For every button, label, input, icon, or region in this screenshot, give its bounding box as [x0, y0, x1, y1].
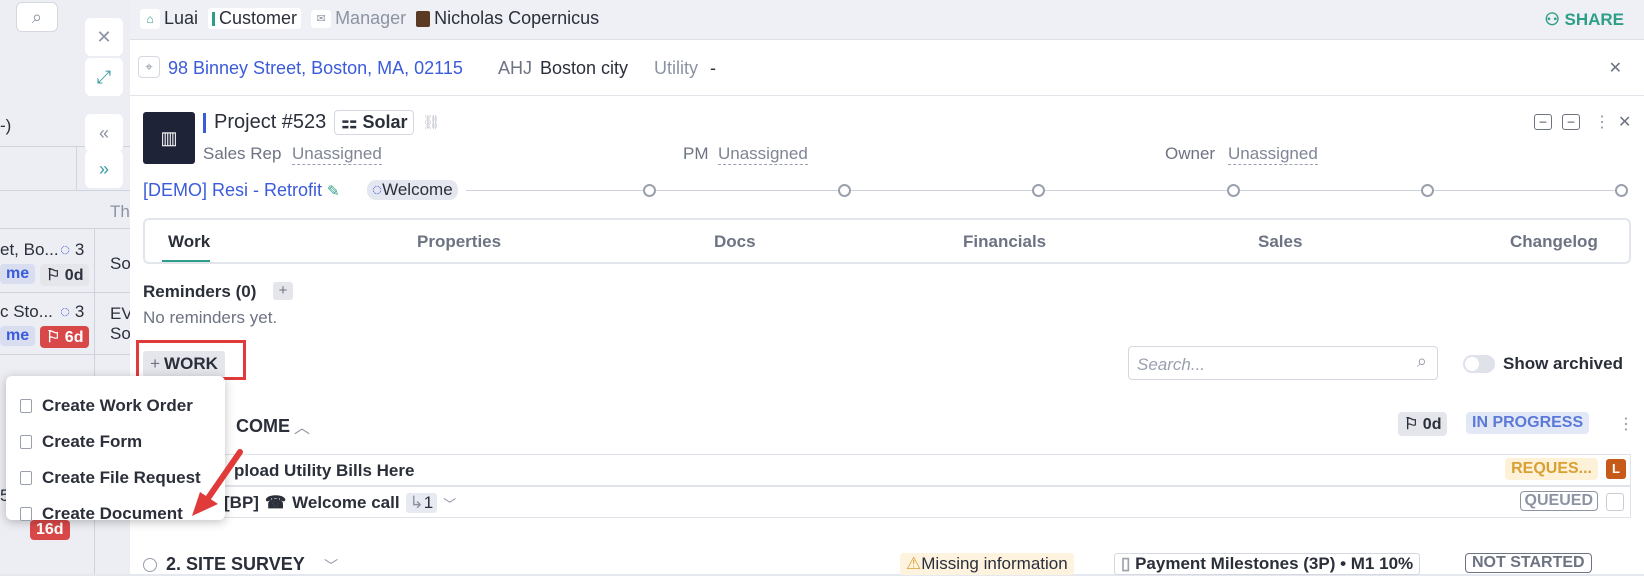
address-bar: ⌖ 98 Binney Street, Boston, MA, 02115 AH… — [130, 40, 1644, 96]
bg-text: -) — [0, 116, 12, 135]
search-icon: ⌕ — [1416, 351, 1427, 371]
stage-step[interactable] — [1032, 184, 1045, 197]
top-bar: ⌂ Luai Customer ✉ Manager Nicholas Coperni… — [130, 0, 1644, 40]
close-icon[interactable]: ✕ — [1618, 112, 1631, 132]
more-icon[interactable]: ⋮ — [1618, 414, 1634, 434]
highlight-box — [136, 340, 246, 380]
utility-value[interactable]: - — [710, 58, 716, 79]
edit-icon[interactable]: ✎ — [327, 183, 340, 200]
avatar: L — [1606, 459, 1626, 479]
chevron-down-icon[interactable]: ﹀ — [443, 494, 456, 513]
stage-step[interactable] — [643, 184, 656, 197]
building-icon: ▥ — [143, 112, 195, 164]
people-icon: ⚇ — [1544, 10, 1565, 29]
user-chip[interactable]: ⌂ Luai — [140, 8, 198, 29]
status-badge: IN PROGRESS — [1466, 412, 1590, 434]
stage-track — [466, 190, 1626, 191]
tab-changelog[interactable]: Changelog — [1510, 232, 1598, 252]
section-title: 2. SITE SURVEY — [166, 554, 305, 574]
status-badge: NOT STARTED — [1465, 553, 1592, 573]
pm-field[interactable]: Unassigned — [718, 144, 808, 165]
tab-sales[interactable]: Sales — [1258, 232, 1302, 252]
missing-info-badge[interactable]: ⚠Missing information — [900, 553, 1074, 575]
menu-item-create-work-order[interactable]: Create Work Order — [20, 396, 193, 416]
search-icon[interactable]: ⌕ — [16, 2, 58, 32]
payment-milestones-badge[interactable]: ▯ Payment Milestones (3P) • M1 10% — [1114, 553, 1421, 575]
stage-step[interactable] — [1227, 184, 1240, 197]
tab-properties[interactable]: Properties — [417, 232, 501, 252]
menu-item-create-form[interactable]: Create Form — [20, 432, 142, 452]
bg-row-text: et, Bo... — [0, 240, 59, 259]
phone-icon: ☎ — [264, 493, 287, 512]
owner-field[interactable]: Unassigned — [1228, 144, 1318, 165]
chevron-up-icon[interactable]: ︿ — [294, 414, 310, 438]
menu-item-create-file-request[interactable]: Create File Request — [20, 468, 201, 488]
sales-rep-field[interactable]: Unassigned — [292, 144, 382, 165]
role-chip[interactable]: Customer — [208, 8, 302, 29]
ahj-value[interactable]: Boston city — [540, 58, 628, 79]
status-badge: REQUES... — [1505, 458, 1598, 480]
workflow-link[interactable]: [DEMO] Resi - Retrofit ✎ — [143, 180, 340, 201]
menu-item-create-document[interactable]: Create Document — [20, 504, 183, 524]
clipboard-icon — [20, 399, 32, 413]
arrow-annotation — [192, 449, 243, 516]
show-archived-toggle[interactable] — [1463, 355, 1495, 373]
address-link[interactable]: 98 Binney Street, Boston, MA, 02115 — [168, 58, 463, 79]
stage-step[interactable] — [838, 184, 851, 197]
active-tab-indicator — [162, 260, 210, 262]
more-icon[interactable]: ⋮ — [1594, 112, 1610, 132]
close-icon[interactable]: ✕ — [85, 18, 123, 56]
search-input[interactable]: Search... ⌕ — [1128, 346, 1438, 380]
mail-icon: ✉ — [311, 9, 332, 28]
home-icon: ⌂ — [140, 8, 160, 29]
tab-financials[interactable]: Financials — [963, 232, 1046, 252]
bg-header: Th — [110, 202, 130, 221]
task-row[interactable]: [BP] ☎ Welcome call ↳1 ﹀ QUEUED — [143, 486, 1631, 518]
status-circle-icon[interactable] — [143, 558, 157, 572]
stage-welcome[interactable]: ◌Welcome — [367, 180, 458, 200]
expand-icon[interactable]: ⤢ — [85, 58, 123, 96]
project-title: Project #523 — [214, 111, 327, 133]
tab-work[interactable]: Work — [168, 232, 210, 252]
minimize-icon[interactable]: – — [1534, 114, 1552, 130]
tab-bar — [143, 218, 1631, 264]
link-icon[interactable]: ⛓ — [422, 114, 440, 131]
flag-badge: ⚐ 0d — [1398, 412, 1448, 436]
manager-name[interactable]: Nicholas Copernicus — [416, 8, 599, 29]
document-icon — [20, 507, 32, 521]
minimize-icon[interactable]: – — [1562, 114, 1580, 130]
form-icon — [20, 435, 32, 449]
collapse-left-icon[interactable]: « — [85, 114, 123, 152]
chevron-down-icon[interactable]: ﹀ — [324, 556, 338, 576]
section-title: COME — [236, 416, 290, 436]
location-icon: ⌖ — [138, 56, 160, 78]
add-reminder-button[interactable]: + — [273, 282, 293, 300]
assignee-icon[interactable] — [1606, 493, 1624, 511]
avatar — [416, 10, 431, 27]
stage-step[interactable] — [1421, 184, 1434, 197]
tab-docs[interactable]: Docs — [714, 232, 756, 252]
project-type-badge[interactable]: ⚏ Solar — [334, 110, 415, 135]
expand-right-icon[interactable]: » — [85, 150, 123, 188]
task-row[interactable]: pload Utility Bills Here REQUES... L — [143, 454, 1631, 486]
reminders-title: Reminders (0) — [143, 282, 257, 301]
bg-badge: me — [0, 264, 36, 284]
share-button[interactable]: ⚇ SHARE — [1545, 10, 1624, 30]
file-icon — [20, 471, 32, 485]
status-badge: QUEUED — [1519, 491, 1598, 511]
manager-chip[interactable]: ✉ Manager — [311, 8, 406, 29]
close-icon[interactable]: ✕ — [1609, 58, 1622, 78]
bg-row-text: c Sto... — [0, 302, 53, 321]
stage-step[interactable] — [1615, 184, 1628, 197]
